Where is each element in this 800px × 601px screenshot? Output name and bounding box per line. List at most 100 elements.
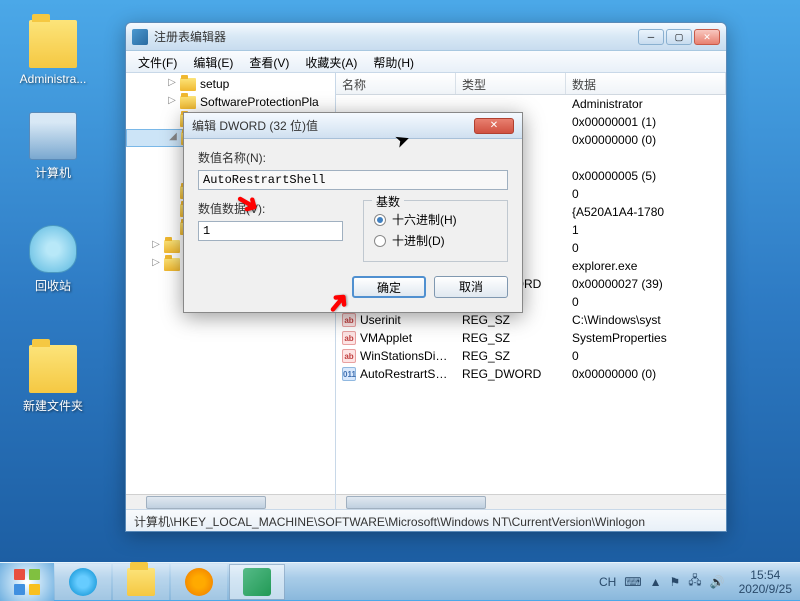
expander-icon[interactable]: ▷ bbox=[166, 96, 178, 108]
tree-item[interactable]: ▷setup bbox=[126, 75, 335, 93]
menu-item[interactable]: 查看(V) bbox=[241, 51, 297, 72]
network-icon[interactable]: 🖧 bbox=[688, 571, 701, 592]
volume-icon[interactable]: 🔊 bbox=[710, 575, 725, 589]
radio-icon bbox=[374, 214, 386, 226]
expander-icon[interactable]: ◢ bbox=[167, 132, 179, 144]
taskbar-wmp[interactable] bbox=[171, 564, 227, 600]
taskbar-regedit[interactable] bbox=[229, 564, 285, 600]
folder-icon bbox=[127, 568, 155, 596]
cell-data: 0 bbox=[566, 349, 726, 363]
menu-item[interactable]: 文件(F) bbox=[130, 51, 185, 72]
expander-icon[interactable]: ▷ bbox=[150, 240, 162, 252]
cell-type: REG_SZ bbox=[456, 331, 566, 345]
cell-data: 0 bbox=[566, 187, 726, 201]
menu-item[interactable]: 帮助(H) bbox=[365, 51, 422, 72]
cell-data: 0x00000027 (39) bbox=[566, 277, 726, 291]
desktop-icon-folder[interactable]: 新建文件夹 bbox=[18, 345, 88, 414]
action-center-icon[interactable]: ⚑ bbox=[670, 575, 681, 589]
cell-data: C:\Windows\syst bbox=[566, 313, 726, 327]
tree-scrollbar-h[interactable] bbox=[126, 494, 335, 509]
cell-data: SystemProperties bbox=[566, 331, 726, 345]
cell-data: {A520A1A4-1780 bbox=[566, 205, 726, 219]
tree-item[interactable]: ▷ SoftwareProtectionPla bbox=[126, 93, 335, 111]
expander-icon[interactable] bbox=[166, 222, 178, 234]
title-bar[interactable]: 注册表编辑器 ─ ▢ ✕ bbox=[126, 23, 726, 51]
col-data[interactable]: 数据 bbox=[566, 73, 726, 94]
list-row[interactable]: 011AutoRestrartSh...REG_DWORD0x00000000 … bbox=[336, 365, 726, 383]
wmp-icon bbox=[185, 568, 213, 596]
desktop-icon-folder[interactable]: Administra... bbox=[18, 20, 88, 86]
taskbar[interactable]: CH ⌨ ▲ ⚑ 🖧 🔊 15:54 2020/9/25 bbox=[0, 562, 800, 600]
expander-icon[interactable]: ▷ bbox=[150, 258, 162, 270]
close-button[interactable]: ✕ bbox=[694, 29, 720, 45]
clock[interactable]: 15:54 2020/9/25 bbox=[739, 568, 792, 596]
dialog-title-bar[interactable]: 编辑 DWORD (32 位)值 ✕ bbox=[184, 113, 522, 139]
cell-data: Administrator bbox=[566, 97, 726, 111]
radix-fieldset: 基数 十六进制(H) 十进制(D) bbox=[363, 200, 508, 262]
cell-type: REG_SZ bbox=[456, 349, 566, 363]
windows-logo-icon bbox=[14, 569, 40, 595]
menu-item[interactable]: 编辑(E) bbox=[185, 51, 241, 72]
data-label: 数值数据(V): bbox=[198, 200, 343, 217]
folder-icon bbox=[164, 258, 180, 271]
radix-legend: 基数 bbox=[372, 193, 404, 210]
keyboard-icon[interactable]: ⌨ bbox=[624, 575, 641, 589]
cancel-button[interactable]: 取消 bbox=[434, 276, 508, 298]
col-type[interactable]: 类型 bbox=[456, 73, 566, 94]
list-scrollbar-h[interactable] bbox=[336, 494, 726, 509]
folder-icon bbox=[29, 20, 77, 68]
name-label: 数值名称(N): bbox=[198, 149, 508, 166]
value-icon: 011 bbox=[342, 367, 356, 381]
desktop-icon-bin[interactable]: 回收站 bbox=[18, 225, 88, 294]
radix-hex-radio[interactable]: 十六进制(H) bbox=[374, 211, 497, 228]
window-title: 注册表编辑器 bbox=[154, 28, 638, 45]
radix-dec-radio[interactable]: 十进制(D) bbox=[374, 232, 497, 249]
ok-button[interactable]: 确定 bbox=[352, 276, 426, 298]
tree-label: SoftwareProtectionPla bbox=[200, 95, 319, 109]
data-input[interactable] bbox=[198, 221, 343, 241]
name-input bbox=[198, 170, 508, 190]
value-icon: ab bbox=[342, 313, 356, 327]
taskbar-ie[interactable] bbox=[55, 564, 111, 600]
expander-icon[interactable]: ▷ bbox=[166, 78, 178, 90]
folder-icon bbox=[29, 345, 77, 393]
list-header[interactable]: 名称 类型 数据 bbox=[336, 73, 726, 95]
cell-data: 0x00000000 (0) bbox=[566, 367, 726, 381]
list-row[interactable]: abUserinitREG_SZC:\Windows\syst bbox=[336, 311, 726, 329]
list-row[interactable]: abWinStationsDis...REG_SZ0 bbox=[336, 347, 726, 365]
list-row[interactable]: abVMAppletREG_SZSystemProperties bbox=[336, 329, 726, 347]
desktop-icon-computer[interactable]: 计算机 bbox=[18, 112, 88, 181]
taskbar-explorer[interactable] bbox=[113, 564, 169, 600]
menu-bar: 文件(F)编辑(E)查看(V)收藏夹(A)帮助(H) bbox=[126, 51, 726, 73]
start-button[interactable] bbox=[0, 563, 54, 601]
ie-icon bbox=[69, 568, 97, 596]
regedit-icon bbox=[132, 29, 148, 45]
regedit-icon bbox=[243, 568, 271, 596]
computer-icon bbox=[29, 112, 77, 160]
folder-icon bbox=[180, 96, 196, 109]
systray[interactable]: CH ⌨ ▲ ⚑ 🖧 🔊 15:54 2020/9/25 bbox=[591, 568, 800, 596]
menu-item[interactable]: 收藏夹(A) bbox=[297, 51, 365, 72]
icon-label: 回收站 bbox=[18, 277, 88, 294]
radio-icon bbox=[374, 235, 386, 247]
col-name[interactable]: 名称 bbox=[336, 73, 456, 94]
cell-type: REG_SZ bbox=[456, 313, 566, 327]
lang-indicator[interactable]: CH bbox=[599, 575, 616, 589]
list-row[interactable]: Administrator bbox=[336, 95, 726, 113]
maximize-button[interactable]: ▢ bbox=[666, 29, 692, 45]
icon-label: Administra... bbox=[18, 72, 88, 86]
value-icon: ab bbox=[342, 349, 356, 363]
expander-icon[interactable] bbox=[166, 114, 178, 126]
folder-icon bbox=[180, 78, 196, 91]
tray-chevron-up-icon[interactable]: ▲ bbox=[650, 575, 662, 589]
dialog-close-button[interactable]: ✕ bbox=[474, 118, 514, 134]
expander-icon[interactable] bbox=[166, 186, 178, 198]
edit-dword-dialog: 编辑 DWORD (32 位)值 ✕ 数值名称(N): 数值数据(V): 基数 … bbox=[183, 112, 523, 313]
minimize-button[interactable]: ─ bbox=[638, 29, 664, 45]
cell-name: abUserinit bbox=[336, 313, 456, 328]
value-icon: ab bbox=[342, 331, 356, 345]
icon-label: 新建文件夹 bbox=[18, 397, 88, 414]
status-bar: 计算机\HKEY_LOCAL_MACHINE\SOFTWARE\Microsof… bbox=[126, 509, 726, 531]
cell-data: 0 bbox=[566, 241, 726, 255]
expander-icon[interactable] bbox=[166, 204, 178, 216]
